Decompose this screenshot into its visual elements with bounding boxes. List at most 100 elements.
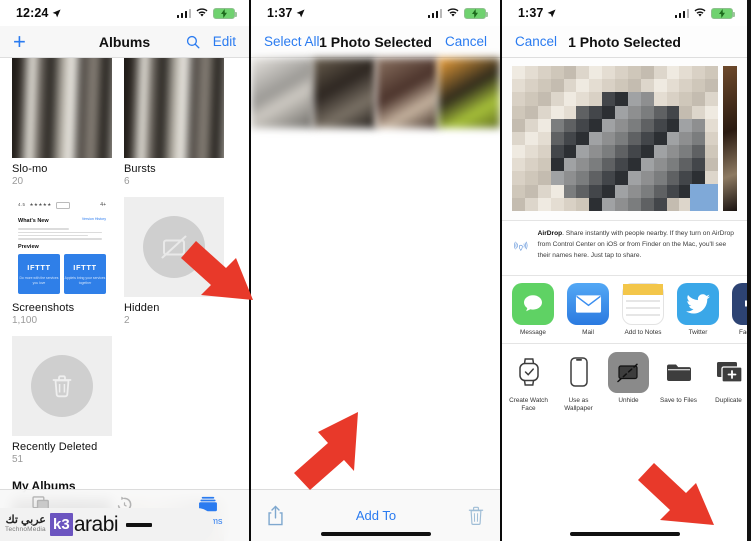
home-indicator [126, 522, 153, 527]
album-cell-slo-mo[interactable]: Slo-mo 20 [12, 58, 112, 187]
phone-screen-albums: 12:24 + Albums Edit Slo-mo 20 Bursts 6 4… [0, 0, 249, 541]
appstore-age: 4+ [100, 202, 106, 208]
search-icon[interactable] [186, 35, 200, 49]
select-all-button[interactable]: Select All [264, 34, 320, 49]
albums-row-2: 4.5 ★★★★★ 4+ What's New Version History [12, 197, 237, 326]
share-preview-row [502, 58, 747, 220]
messages-icon [512, 283, 554, 325]
albums-grid: Slo-mo 20 Bursts 6 4.5 ★★★★★ 4+ What's N… [0, 58, 249, 465]
twitter-icon [677, 283, 719, 325]
action-label: Duplicate [715, 396, 742, 404]
airdrop-section[interactable]: AirDrop. Share instantly with people nea… [502, 220, 747, 275]
pixelated-photo-preview[interactable] [512, 66, 718, 211]
album-name: Screenshots [12, 302, 75, 314]
album-thumbnail[interactable] [124, 58, 224, 158]
album-cell-bursts[interactable]: Bursts 6 [124, 58, 224, 187]
share-app-message[interactable]: Message [512, 283, 554, 337]
album-cell-screenshots[interactable]: 4.5 ★★★★★ 4+ What's New Version History [12, 197, 112, 326]
cancel-button[interactable]: Cancel [445, 34, 487, 49]
albums-row-1: Slo-mo 20 Bursts 6 [12, 58, 237, 187]
trash-icon[interactable] [468, 506, 484, 525]
appstore-rating: 4.5 [18, 202, 26, 208]
watermark-mark: k3 [49, 513, 73, 536]
appstore-stars: ★★★★★ [29, 202, 52, 208]
preview-shot-title: IFTTT [73, 263, 97, 273]
nav-right-group: Cancel [445, 34, 487, 49]
album-thumbnail[interactable] [12, 336, 112, 436]
action-use-as-wallpaper[interactable]: Use as Wallpaper [558, 352, 599, 413]
photo-thumbnail[interactable] [313, 58, 376, 128]
album-cell-hidden[interactable]: Hidden 2 [124, 197, 224, 326]
status-time: 12:24 [16, 6, 49, 20]
status-time: 1:37 [267, 6, 293, 20]
album-count: 2 [124, 315, 130, 326]
location-arrow-icon [297, 8, 305, 17]
watermark-logo: عربي تك TechnoMedia k3 arabi [0, 508, 214, 541]
album-thumbnail[interactable] [12, 58, 112, 158]
status-bar: 12:24 [0, 0, 249, 26]
photo-preview-secondary[interactable] [723, 66, 737, 211]
action-save-to-files[interactable]: Save to Files [658, 352, 699, 413]
share-app-label: Facebook [738, 329, 747, 336]
preview-shot-sub: Do more with the services you love [19, 276, 59, 285]
album-thumbnail[interactable]: 4.5 ★★★★★ 4+ What's New Version History [12, 197, 112, 297]
cellular-bars-icon [427, 8, 442, 18]
album-name: Bursts [124, 163, 156, 175]
forest-photo [12, 58, 112, 158]
location-arrow-icon [548, 8, 556, 17]
photo-thumbnail[interactable] [251, 58, 314, 128]
watch-icon [508, 352, 549, 393]
share-app-twitter[interactable]: Twitter [677, 283, 719, 337]
nav-left-group: Select All [264, 34, 320, 49]
albums-row-3: Recently Deleted 51 [12, 336, 237, 465]
preview-shot-title: IFTTT [27, 263, 51, 273]
edit-button[interactable]: Edit [213, 34, 236, 49]
three-panel-screenshot: 12:24 + Albums Edit Slo-mo 20 Bursts 6 4… [0, 0, 751, 541]
hidden-placeholder-icon [143, 216, 205, 278]
phone-screen-share-sheet: 1:37 Cancel 1 Photo Selected AirDrop. Sh… [502, 0, 747, 541]
add-to-button[interactable]: Add To [284, 508, 468, 523]
share-icon[interactable] [267, 505, 284, 526]
phone-icon [558, 352, 599, 393]
status-icons [427, 7, 488, 19]
status-bar: 1:37 [502, 0, 747, 26]
action-create-watch-face[interactable]: Create Watch Face [508, 352, 549, 413]
share-app-notes[interactable]: Add to Notes [622, 283, 664, 337]
share-app-label: Twitter [688, 329, 708, 336]
nav-left-group: + [13, 30, 26, 53]
wifi-icon [694, 8, 706, 17]
watermark-sub: TechnoMedia [5, 525, 46, 533]
battery-charging-icon [213, 7, 237, 19]
status-time: 1:37 [518, 6, 544, 20]
appstore-preview-shots: IFTTT Do more with the services you love… [18, 253, 106, 294]
status-time-group: 1:37 [267, 6, 305, 20]
share-app-mail[interactable]: Mail [567, 283, 609, 337]
album-count: 1,100 [12, 315, 38, 326]
action-duplicate[interactable]: Duplicate [708, 352, 747, 413]
photo-thumbnail[interactable] [375, 58, 438, 128]
selection-toolbar: Add To [251, 489, 500, 541]
nav-right-group: Edit [186, 34, 236, 49]
photo-thumbnail[interactable] [437, 58, 500, 128]
app-store-screenshot: 4.5 ★★★★★ 4+ What's New Version History [12, 197, 112, 297]
watermark-brand: arabi [73, 512, 119, 536]
action-label: Unhide [618, 396, 639, 404]
mail-icon [567, 283, 609, 325]
album-thumbnail[interactable] [124, 197, 224, 297]
wifi-icon [447, 8, 459, 17]
album-cell-recently-deleted[interactable]: Recently Deleted 51 [12, 336, 112, 465]
cancel-button[interactable]: Cancel [515, 34, 557, 49]
notes-icon [622, 283, 664, 325]
action-label: Save to Files [660, 396, 697, 404]
airdrop-body: . Share instantly with people nearby. If… [537, 230, 734, 259]
forest-photo [124, 58, 224, 158]
airdrop-icon [514, 241, 528, 251]
status-icons [176, 7, 237, 19]
add-album-button[interactable]: + [13, 30, 26, 53]
action-unhide[interactable]: Unhide [608, 351, 649, 413]
photo-grid-strip[interactable] [251, 58, 500, 128]
album-count: 51 [12, 454, 24, 465]
battery-charging-icon [464, 7, 488, 19]
home-indicator [569, 532, 680, 536]
share-app-facebook[interactable]: Facebook [732, 283, 747, 337]
